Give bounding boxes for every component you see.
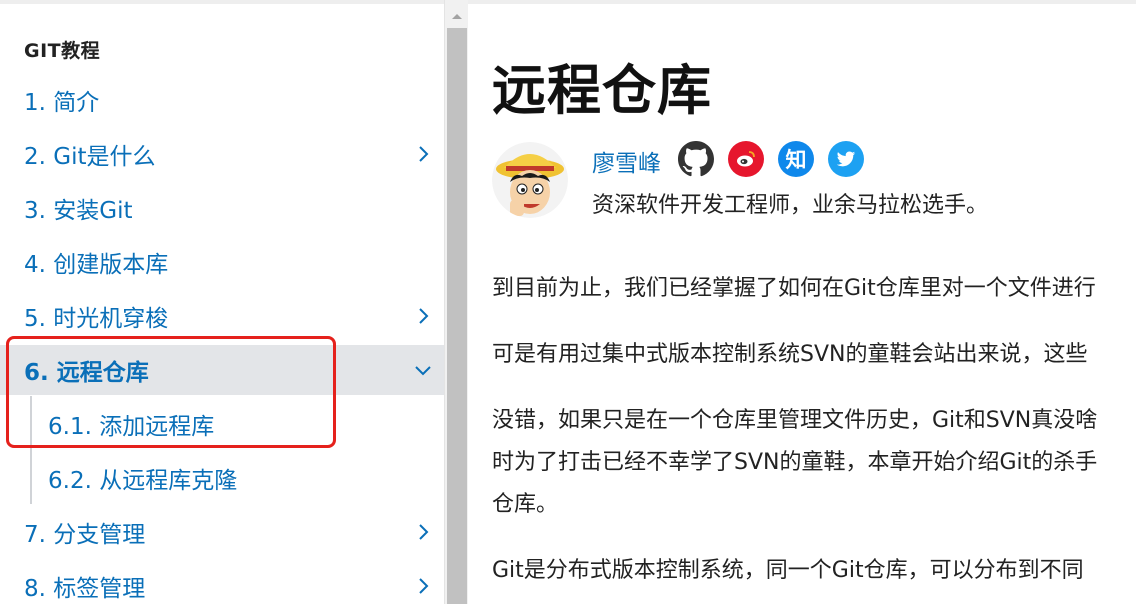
sidebar-item-label: 6.2. 从远程库克隆 <box>48 468 238 494</box>
sidebar-title: GIT教程 <box>24 40 101 62</box>
sidebar-item-what-is-git[interactable]: 2. Git是什么 <box>0 129 444 179</box>
paragraph-4: Git是分布式版本控制系统，同一个Git仓库，可以分布到不同 <box>492 558 1084 583</box>
paragraph-3-line-2: 时为了打击已经不幸学了SVN的童鞋，本章开始介绍Git的杀手 <box>492 450 1098 475</box>
sidebar-subitem-clone-remote[interactable]: 6.2. 从远程库克隆 <box>0 453 444 503</box>
sidebar-item-label: 1. 简介 <box>24 90 100 116</box>
chevron-right-icon[interactable] <box>412 575 434 597</box>
sidebar-item-label: 2. Git是什么 <box>24 144 156 170</box>
scroll-up-arrow-icon[interactable] <box>445 4 469 28</box>
author-description: 资深软件开发工程师，业余马拉松选手。 <box>592 193 989 218</box>
chevron-right-icon[interactable] <box>412 305 434 327</box>
chevron-right-icon[interactable] <box>412 143 434 165</box>
page-title: 远程仓库 <box>492 59 712 122</box>
zhihu-icon[interactable]: 知 <box>778 141 814 177</box>
sidebar-item-label: 6. 远程仓库 <box>24 360 149 386</box>
sidebar-item-tag-management[interactable]: 8. 标签管理 <box>0 561 444 604</box>
sidebar-item-install-git[interactable]: 3. 安装Git <box>0 183 444 233</box>
main-top-border <box>468 0 1136 4</box>
paragraph-2: 可是有用过集中式版本控制系统SVN的童鞋会站出来说，这些 <box>492 342 1088 367</box>
sidebar-top-border <box>0 0 444 4</box>
sidebar-item-label: 5. 时光机穿梭 <box>24 306 169 332</box>
main-content: 远程仓库 廖雪峰 知 资深软件开发工程师，业余马拉松选手。 到目前为止，我们已经… <box>468 0 1136 604</box>
twitter-icon[interactable] <box>828 141 864 177</box>
sidebar-item-label: 4. 创建版本库 <box>24 252 169 278</box>
zhihu-glyph: 知 <box>785 148 807 172</box>
author-avatar <box>492 142 568 218</box>
chevron-down-icon[interactable] <box>412 359 434 381</box>
sidebar-item-label: 3. 安装Git <box>24 198 133 224</box>
author-name-link[interactable]: 廖雪峰 <box>592 144 661 178</box>
paragraph-3-line-3: 仓库。 <box>492 492 559 517</box>
sidebar-item-remote-repo[interactable]: 6. 远程仓库 <box>0 345 444 395</box>
weibo-icon[interactable] <box>728 141 764 177</box>
sidebar-item-create-repo[interactable]: 4. 创建版本库 <box>0 237 444 287</box>
sidebar-item-label: 8. 标签管理 <box>24 576 146 602</box>
paragraph-3-line-1: 没错，如果只是在一个仓库里管理文件历史，Git和SVN真没啥 <box>492 408 1098 433</box>
chevron-right-icon[interactable] <box>412 521 434 543</box>
paragraph-1: 到目前为止，我们已经掌握了如何在Git仓库里对一个文件进行 <box>492 276 1096 301</box>
sidebar-item-label: 6.1. 添加远程库 <box>48 414 215 440</box>
sidebar-item-label: 7. 分支管理 <box>24 522 146 548</box>
github-icon[interactable] <box>678 141 714 177</box>
sidebar-subitem-add-remote[interactable]: 6.1. 添加远程库 <box>0 399 444 449</box>
scrollbar-thumb[interactable] <box>447 28 467 604</box>
sidebar-item-branch-management[interactable]: 7. 分支管理 <box>0 507 444 557</box>
sidebar-item-intro[interactable]: 1. 简介 <box>0 75 444 125</box>
sidebar-scrollbar[interactable] <box>444 0 468 604</box>
sidebar-item-time-machine[interactable]: 5. 时光机穿梭 <box>0 291 444 341</box>
sidebar: GIT教程 1. 简介 2. Git是什么 3. 安装Git 4. 创建版本库 … <box>0 0 444 604</box>
